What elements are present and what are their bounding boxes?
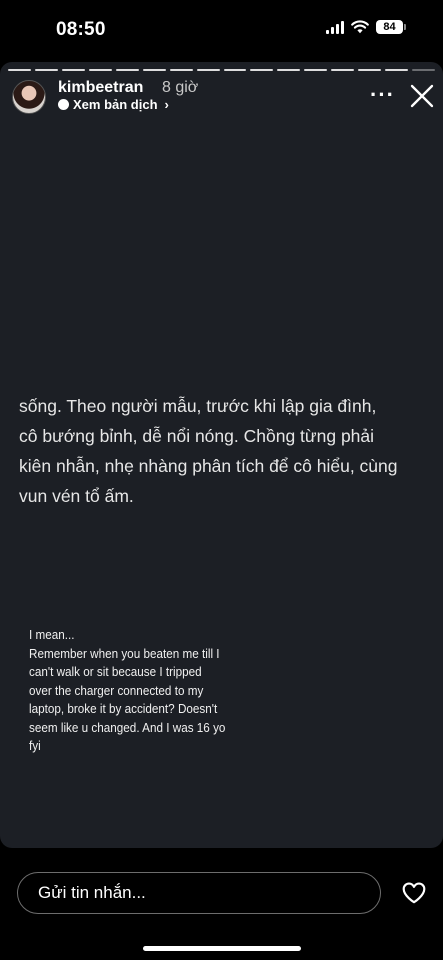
status-icons: 84 (326, 20, 406, 34)
progress-segment (223, 69, 247, 71)
status-time: 08:50 (56, 19, 106, 40)
comment-line: seem like u changed. And I was 16 yo (29, 719, 226, 735)
comment-line: I mean... (29, 627, 75, 642)
story-time-ago: 8 giờ (162, 79, 199, 96)
comment-line: fyi (29, 738, 41, 753)
progress-segment (34, 69, 58, 71)
avatar[interactable] (12, 80, 46, 114)
heart-icon[interactable] (401, 880, 427, 906)
more-button[interactable]: ··· (370, 80, 395, 110)
progress-segment (8, 69, 31, 71)
reply-message-input[interactable]: Gửi tin nhắn... (17, 872, 381, 914)
comment-line: can't walk or sit because I tripped (29, 664, 202, 679)
translate-icon (58, 99, 69, 110)
progress-segment (412, 69, 435, 71)
wifi-icon (351, 20, 369, 34)
signal-icon (326, 20, 344, 34)
story-text-line: cô bướng bỉnh, dễ nổi nóng. Chồng từng p… (19, 426, 375, 446)
status-bar: 08:50 84 (0, 0, 443, 62)
reply-placeholder: Gửi tin nhắn... (38, 883, 146, 902)
comment-line: laptop, broke it by accident? Doesn't (29, 701, 218, 716)
battery-level: 84 (383, 21, 396, 33)
story-progress-bar (8, 69, 435, 71)
story-username[interactable]: kimbeetran (58, 79, 143, 97)
progress-segment (250, 69, 274, 71)
translate-label: Xem bản dịch (73, 97, 158, 112)
chevron-right-icon: › (164, 97, 169, 112)
progress-segment (142, 69, 166, 71)
progress-segment (331, 69, 355, 71)
translate-link[interactable]: Xem bản dịch › (58, 97, 169, 112)
close-icon[interactable] (410, 84, 434, 108)
story-text-line: sống. Theo người mẫu, trước khi lập gia … (19, 396, 377, 416)
story-text-line: kiên nhẫn, nhẹ nhàng phân tích để cô hiể… (19, 456, 398, 476)
comment-line: Remember when you beaten me till I (29, 645, 220, 661)
home-indicator[interactable] (143, 946, 301, 951)
progress-segment (61, 69, 85, 71)
story-text: sống. Theo người mẫu, trước khi lập gia … (19, 391, 434, 511)
progress-segment (169, 69, 193, 71)
progress-segment (385, 69, 409, 71)
progress-segment (196, 69, 220, 71)
progress-segment (358, 69, 382, 71)
battery-icon: 84 (376, 20, 406, 34)
story-text-line: vun vén tổ ấm. (19, 486, 134, 506)
comment-screenshot-text: I mean... Remember when you beaten me ti… (29, 626, 236, 756)
progress-segment (277, 69, 301, 71)
progress-segment (88, 69, 112, 71)
comment-line: over the charger connected to my (29, 682, 204, 698)
progress-segment (304, 69, 328, 71)
story-card[interactable]: kimbeetran 8 giờ Xem bản dịch › ··· sống… (0, 62, 443, 848)
progress-segment (115, 69, 139, 71)
